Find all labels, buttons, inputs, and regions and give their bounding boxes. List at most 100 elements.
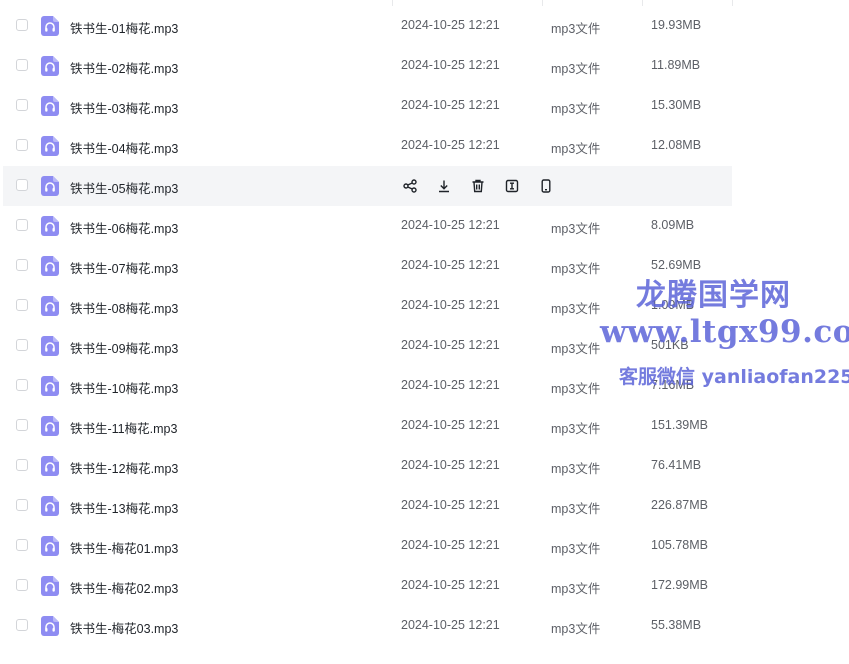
file-date: 2024-10-25 12:21 (401, 418, 500, 432)
audio-file-icon (41, 456, 59, 476)
file-name[interactable]: 铁书生-梅花01.mp3 (70, 538, 178, 557)
file-date: 2024-10-25 12:21 (401, 458, 500, 472)
file-size: 19.93MB (651, 18, 702, 32)
audio-file-icon (41, 336, 59, 356)
file-date: 2024-10-25 12:21 (401, 298, 500, 312)
file-size: 1.09MB (651, 298, 695, 312)
file-name[interactable]: 铁书生-08梅花.mp3 (70, 298, 178, 317)
share-icon[interactable] (401, 177, 419, 195)
file-name[interactable]: 铁书生-梅花03.mp3 (70, 618, 178, 637)
file-size: 12.08MB (651, 138, 702, 152)
file-type: mp3文件 (551, 62, 601, 76)
file-size: 172.99MB (651, 578, 708, 592)
audio-file-icon (41, 376, 59, 396)
file-size: 15.30MB (651, 98, 702, 112)
phone-icon[interactable] (537, 177, 555, 195)
file-name[interactable]: 铁书生-梅花02.mp3 (70, 578, 178, 597)
file-date: 2024-10-25 12:21 (401, 18, 500, 32)
audio-file-icon (41, 416, 59, 436)
file-row[interactable]: 铁书生-梅花01.mp3 2024-10-25 12:21 mp3文件 105.78M… (3, 526, 732, 566)
file-size: 105.78MB (651, 538, 708, 552)
file-date: 2024-10-25 12:21 (401, 258, 500, 272)
file-row[interactable]: 铁书生-02梅花.mp3 2024-10-25 12:21 mp3文件 11.89MB (3, 46, 732, 86)
file-row[interactable]: 铁书生-09梅花.mp3 2024-10-25 12:21 mp3文件 501KB (3, 326, 732, 366)
audio-file-icon (41, 256, 59, 276)
file-type: mp3文件 (551, 222, 601, 236)
file-name[interactable]: 铁书生-10梅花.mp3 (70, 378, 178, 397)
file-row[interactable]: 铁书生-13梅花.mp3 2024-10-25 12:21 mp3文件 226.87M… (3, 486, 732, 526)
file-size: 55.38MB (651, 618, 702, 632)
file-name[interactable]: 铁书生-03梅花.mp3 (70, 98, 178, 117)
file-name[interactable]: 铁书生-12梅花.mp3 (70, 458, 178, 477)
file-date: 2024-10-25 12:21 (401, 218, 500, 232)
file-name[interactable]: 铁书生-06梅花.mp3 (70, 218, 178, 237)
audio-file-icon (41, 616, 59, 636)
file-row[interactable]: 铁书生-11梅花.mp3 2024-10-25 12:21 mp3文件 151.39M… (3, 406, 732, 446)
file-size: 8.09MB (651, 218, 695, 232)
row-checkbox[interactable] (16, 299, 28, 311)
file-size: 501KB (651, 338, 689, 352)
file-type: mp3文件 (551, 622, 601, 636)
audio-file-icon (41, 16, 59, 36)
file-row[interactable]: 铁书生-梅花03.mp3 2024-10-25 12:21 mp3文件 55.38MB (3, 606, 732, 646)
delete-icon[interactable] (469, 177, 487, 195)
file-date: 2024-10-25 12:21 (401, 58, 500, 72)
row-checkbox[interactable] (16, 59, 28, 71)
row-checkbox[interactable] (16, 459, 28, 471)
file-size: 11.89MB (651, 58, 701, 72)
row-checkbox[interactable] (16, 419, 28, 431)
file-row[interactable]: 铁书生-12梅花.mp3 2024-10-25 12:21 mp3文件 76.41MB (3, 446, 732, 486)
file-size: 76.41MB (651, 458, 702, 472)
row-checkbox[interactable] (16, 219, 28, 231)
row-checkbox[interactable] (16, 379, 28, 391)
file-name[interactable]: 铁书生-11梅花.mp3 (70, 418, 177, 437)
file-row[interactable]: 铁书生-07梅花.mp3 2024-10-25 12:21 mp3文件 52.69MB (3, 246, 732, 286)
row-checkbox[interactable] (16, 619, 28, 631)
audio-file-icon (41, 216, 59, 236)
row-checkbox[interactable] (16, 179, 28, 191)
file-type: mp3文件 (551, 22, 601, 36)
audio-file-icon (41, 576, 59, 596)
file-name[interactable]: 铁书生-13梅花.mp3 (70, 498, 178, 517)
file-row[interactable]: 铁书生-04梅花.mp3 2024-10-25 12:21 mp3文件 12.08MB (3, 126, 732, 166)
file-type: mp3文件 (551, 542, 601, 556)
row-checkbox[interactable] (16, 339, 28, 351)
file-date: 2024-10-25 12:21 (401, 498, 500, 512)
file-name[interactable]: 铁书生-01梅花.mp3 (70, 18, 178, 37)
file-row[interactable]: 铁书生-05梅花.mp3 (3, 166, 732, 206)
audio-file-icon (41, 496, 59, 516)
file-type: mp3文件 (551, 462, 601, 476)
audio-file-icon (41, 536, 59, 556)
file-name[interactable]: 铁书生-04梅花.mp3 (70, 138, 178, 157)
row-checkbox[interactable] (16, 139, 28, 151)
file-row[interactable]: 铁书生-01梅花.mp3 2024-10-25 12:21 mp3文件 19.93MB (3, 6, 732, 46)
file-name[interactable]: 铁书生-02梅花.mp3 (70, 58, 178, 77)
file-row[interactable]: 铁书生-10梅花.mp3 2024-10-25 12:21 mp3文件 7.16MB (3, 366, 732, 406)
file-size: 151.39MB (651, 418, 708, 432)
file-name[interactable]: 铁书生-07梅花.mp3 (70, 258, 178, 277)
audio-file-icon (41, 176, 59, 196)
row-checkbox[interactable] (16, 19, 28, 31)
file-date: 2024-10-25 12:21 (401, 538, 500, 552)
file-row[interactable]: 铁书生-03梅花.mp3 2024-10-25 12:21 mp3文件 15.30MB (3, 86, 732, 126)
row-checkbox[interactable] (16, 499, 28, 511)
row-checkbox[interactable] (16, 539, 28, 551)
rename-icon[interactable] (503, 177, 521, 195)
file-type: mp3文件 (551, 382, 601, 396)
audio-file-icon (41, 96, 59, 116)
audio-file-icon (41, 136, 59, 156)
file-size: 52.69MB (651, 258, 702, 272)
file-type: mp3文件 (551, 502, 601, 516)
download-icon[interactable] (435, 177, 453, 195)
file-name[interactable]: 铁书生-09梅花.mp3 (70, 338, 178, 357)
row-checkbox[interactable] (16, 579, 28, 591)
row-checkbox[interactable] (16, 99, 28, 111)
file-row[interactable]: 铁书生-梅花02.mp3 2024-10-25 12:21 mp3文件 172.99M… (3, 566, 732, 606)
file-row[interactable]: 铁书生-08梅花.mp3 2024-10-25 12:21 mp3文件 1.09MB (3, 286, 732, 326)
audio-file-icon (41, 296, 59, 316)
file-type: mp3文件 (551, 262, 601, 276)
file-row[interactable]: 铁书生-06梅花.mp3 2024-10-25 12:21 mp3文件 8.09MB (3, 206, 732, 246)
file-name[interactable]: 铁书生-05梅花.mp3 (70, 178, 178, 197)
file-date: 2024-10-25 12:21 (401, 618, 500, 632)
row-checkbox[interactable] (16, 259, 28, 271)
